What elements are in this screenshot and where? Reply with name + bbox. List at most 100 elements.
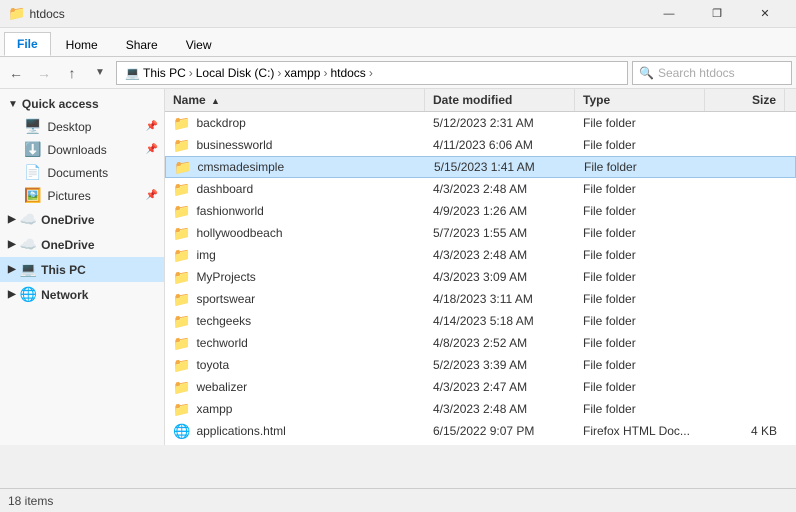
file-size: [705, 319, 785, 323]
documents-icon: 📄: [24, 164, 41, 181]
sidebar-item-pictures[interactable]: 🖼️ Pictures 📌: [0, 184, 164, 207]
table-row[interactable]: 📁 techworld 4/8/2023 2:52 AM File folder: [165, 332, 796, 354]
folder-icon: 📁: [173, 313, 190, 330]
table-row[interactable]: 📁 toyota 5/2/2023 3:39 AM File folder: [165, 354, 796, 376]
file-name: 📁 fashionworld: [165, 201, 425, 222]
breadcrumb-computer[interactable]: 💻 This PC: [123, 65, 188, 81]
title-bar-text: htdocs: [29, 7, 64, 21]
col-header-date[interactable]: Date modified: [425, 89, 575, 111]
file-size: [705, 407, 785, 411]
table-row[interactable]: 📁 businessworld 4/11/2023 6:06 AM File f…: [165, 134, 796, 156]
table-row[interactable]: 📁 dashboard 4/3/2023 2:48 AM File folder: [165, 178, 796, 200]
file-type: File folder: [575, 378, 705, 396]
table-row[interactable]: 📁 xampp 4/3/2023 2:48 AM File folder: [165, 398, 796, 420]
col-header-size[interactable]: Size: [705, 89, 785, 111]
file-size: [705, 297, 785, 301]
address-path[interactable]: 💻 This PC › Local Disk (C:) › xampp › ht…: [116, 61, 628, 85]
table-row[interactable]: 📋 bitnami.css 6/15/2022 9:07 PM Cascadin…: [165, 442, 796, 445]
forward-button[interactable]: →: [32, 61, 56, 85]
recent-button[interactable]: ▼: [88, 61, 112, 85]
table-row[interactable]: 📁 img 4/3/2023 2:48 AM File folder: [165, 244, 796, 266]
downloads-icon: ⬇️: [24, 141, 41, 158]
table-row[interactable]: 📁 sportswear 4/18/2023 3:11 AM File fold…: [165, 288, 796, 310]
tab-home[interactable]: Home: [53, 33, 111, 56]
search-icon: 🔍: [639, 66, 654, 80]
tab-view[interactable]: View: [173, 33, 225, 56]
file-type: File folder: [575, 312, 705, 330]
folder-icon: 📁: [173, 137, 190, 154]
path-separator: ›: [188, 66, 194, 80]
folder-icon: 📁: [173, 181, 190, 198]
col-header-type[interactable]: Type: [575, 89, 705, 111]
tab-share[interactable]: Share: [113, 33, 171, 56]
file-name: 📁 techworld: [165, 333, 425, 354]
file-name: 📋 bitnami.css: [165, 443, 425, 446]
desktop-pin: 📌: [146, 121, 158, 132]
file-size: [706, 165, 786, 169]
file-name: 📁 xampp: [165, 399, 425, 420]
up-button[interactable]: ↑: [60, 61, 84, 85]
table-row[interactable]: 📁 backdrop 5/12/2023 2:31 AM File folder: [165, 112, 796, 134]
file-name-text: img: [196, 248, 215, 262]
file-date: 4/3/2023 2:48 AM: [425, 180, 575, 198]
file-date: 5/2/2023 3:39 AM: [425, 356, 575, 374]
file-date: 5/7/2023 1:55 AM: [425, 224, 575, 242]
file-date: 4/8/2023 2:52 AM: [425, 334, 575, 352]
sidebar-section-thispc[interactable]: ▶ 💻 This PC: [0, 257, 164, 282]
network-arrow: ▶: [8, 289, 16, 300]
file-name: 🌐 applications.html: [165, 421, 425, 442]
sidebar-item-documents[interactable]: 📄 Documents: [0, 161, 164, 184]
table-row[interactable]: 📁 webalizer 4/3/2023 2:47 AM File folder: [165, 376, 796, 398]
onedrive1-arrow: ▶: [8, 214, 16, 225]
table-row[interactable]: 📁 techgeeks 4/14/2023 5:18 AM File folde…: [165, 310, 796, 332]
file-name-text: cmsmadesimple: [197, 160, 284, 174]
breadcrumb-xampp[interactable]: xampp: [282, 65, 322, 81]
minimize-button[interactable]: —: [646, 0, 692, 28]
sidebar-section-quick-access[interactable]: ▼ Quick access: [0, 93, 164, 115]
folder-icon: 📁: [173, 225, 190, 242]
file-type: Firefox HTML Doc...: [575, 422, 705, 440]
file-name: 📁 backdrop: [165, 113, 425, 134]
address-bar: ← → ↑ ▼ 💻 This PC › Local Disk (C:) › xa…: [0, 57, 796, 89]
sidebar-item-downloads[interactable]: ⬇️ Downloads 📌: [0, 138, 164, 161]
tab-file[interactable]: File: [4, 32, 51, 56]
item-count: 18 items: [8, 494, 53, 508]
file-name-text: applications.html: [196, 424, 285, 438]
breadcrumb-localdisk[interactable]: Local Disk (C:): [194, 65, 277, 81]
file-type: Cascading Style S...: [575, 444, 705, 445]
file-date: 4/3/2023 3:09 AM: [425, 268, 575, 286]
pictures-pin: 📌: [146, 190, 158, 201]
folder-icon: 📁: [173, 335, 190, 352]
search-box[interactable]: 🔍 Search htdocs: [632, 61, 792, 85]
close-button[interactable]: ✕: [742, 0, 788, 28]
title-bar: 📁 htdocs — ❐ ✕: [0, 0, 796, 28]
file-name: 📁 businessworld: [165, 135, 425, 156]
table-row[interactable]: 📁 fashionworld 4/9/2023 1:26 AM File fol…: [165, 200, 796, 222]
maximize-button[interactable]: ❐: [694, 0, 740, 28]
ribbon-tabs: File Home Share View: [0, 28, 796, 56]
css-icon: 📋: [173, 445, 190, 446]
file-size: [705, 253, 785, 257]
table-row[interactable]: 🌐 applications.html 6/15/2022 9:07 PM Fi…: [165, 420, 796, 442]
col-header-name[interactable]: Name ▲: [165, 89, 425, 111]
onedrive2-icon: ☁️: [20, 236, 37, 253]
sidebar-section-onedrive2[interactable]: ▶ ☁️ OneDrive: [0, 232, 164, 257]
folder-icon: 📁: [173, 379, 190, 396]
sidebar-section-onedrive1[interactable]: ▶ ☁️ OneDrive: [0, 207, 164, 232]
onedrive2-arrow: ▶: [8, 239, 16, 250]
table-row[interactable]: 📁 hollywoodbeach 5/7/2023 1:55 AM File f…: [165, 222, 796, 244]
sidebar-item-desktop[interactable]: 🖥️ Desktop 📌: [0, 115, 164, 138]
file-type: File folder: [575, 400, 705, 418]
table-row[interactable]: 📁 cmsmadesimple 5/15/2023 1:41 AM File f…: [165, 156, 796, 178]
table-row[interactable]: 📁 MyProjects 4/3/2023 3:09 AM File folde…: [165, 266, 796, 288]
breadcrumb-htdocs[interactable]: htdocs: [328, 65, 367, 81]
thispc-label: This PC: [41, 263, 86, 277]
file-name: 📁 MyProjects: [165, 267, 425, 288]
sidebar-section-network[interactable]: ▶ 🌐 Network: [0, 282, 164, 307]
folder-icon: 📁: [173, 247, 190, 264]
file-name: 📁 webalizer: [165, 377, 425, 398]
back-button[interactable]: ←: [4, 61, 28, 85]
file-size: [705, 363, 785, 367]
file-name-text: fashionworld: [196, 204, 263, 218]
file-list-area[interactable]: Name ▲ Date modified Type Size 📁 backdro…: [165, 89, 796, 445]
